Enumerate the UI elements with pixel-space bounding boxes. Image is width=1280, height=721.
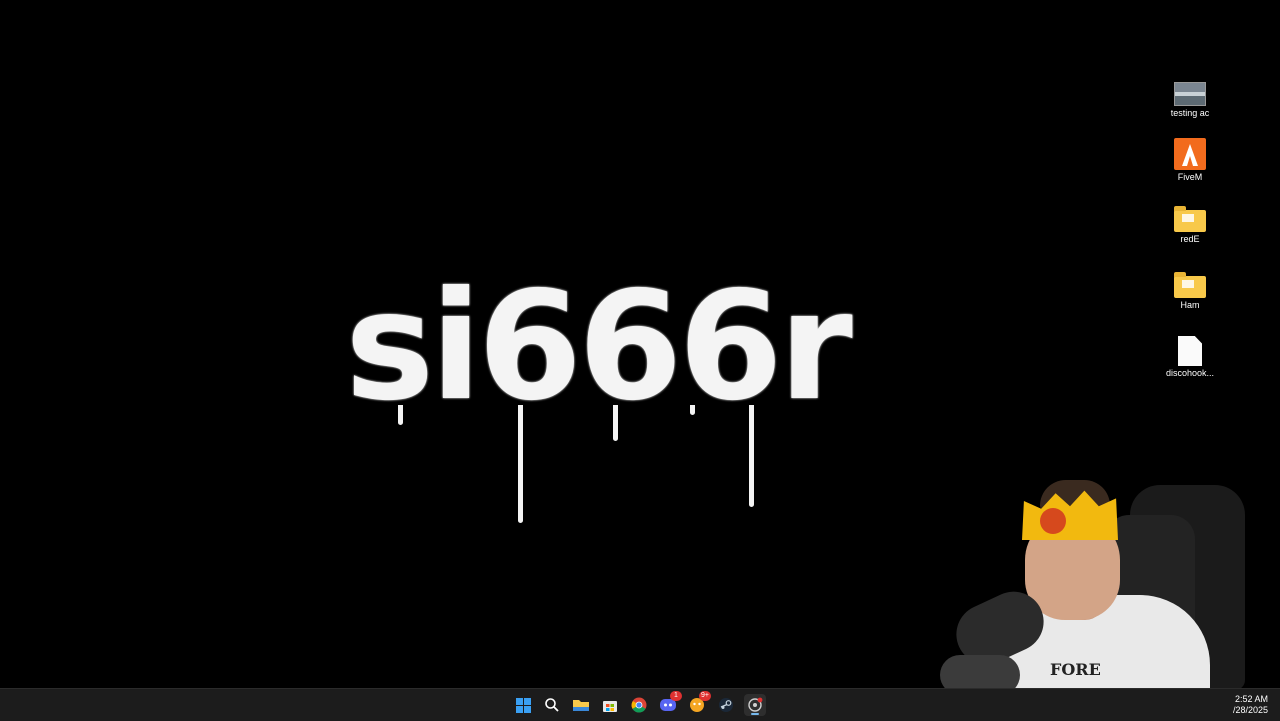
desktop-icon-ham[interactable]: Ham [1148, 270, 1232, 330]
taskbar-recording-app[interactable] [744, 694, 766, 716]
desktop-icon-label: discohook... [1165, 368, 1215, 378]
folder-icon [573, 700, 589, 711]
chrome-icon [631, 697, 647, 713]
taskbar-search-button[interactable] [541, 694, 563, 716]
webcam-overlay: FORE [930, 470, 1250, 688]
clock-date: /28/2025 [1232, 705, 1268, 715]
windows-start-icon [515, 697, 531, 713]
shirt-print: FORE [1050, 660, 1101, 679]
paint-drip [613, 405, 618, 441]
taskbar-file-explorer[interactable] [570, 694, 592, 716]
search-icon [545, 698, 559, 712]
fivem-app-icon [1174, 138, 1206, 170]
paint-drip [749, 405, 754, 507]
taskbar-discord[interactable]: 1 [657, 691, 682, 716]
taskbar-chat-app[interactable]: 9+ [686, 691, 711, 716]
record-icon [748, 697, 763, 712]
notification-badge: 1 [670, 691, 682, 701]
paint-drip [518, 405, 523, 523]
desktop-icon-label: redE [1180, 234, 1200, 244]
notification-badge: 9+ [699, 691, 711, 701]
wallpaper-graffiti-logo: si666r [345, 220, 853, 540]
taskbar-chrome[interactable] [628, 694, 650, 716]
paint-drip [398, 405, 403, 425]
steam-icon [719, 698, 733, 712]
folder-icon [1174, 272, 1206, 298]
clock-time: 2:52 AM [1234, 694, 1268, 704]
desktop-icon-discohook[interactable]: discohook... [1148, 336, 1232, 396]
desktop-icon-label: Ham [1180, 300, 1200, 310]
taskbar-store[interactable] [599, 694, 621, 716]
store-icon [603, 701, 617, 712]
document-icon [1178, 336, 1202, 366]
wallpaper-text: si666r [345, 260, 853, 434]
taskbar: 1 9+ 2:52 AM /28/2025 [0, 688, 1280, 721]
folder-icon [1174, 206, 1206, 232]
taskbar-start-button[interactable] [512, 694, 534, 716]
person-arm [940, 655, 1020, 688]
desktop-icon-fivem[interactable]: FiveM [1148, 138, 1232, 198]
desktop-icon-label: testing ac [1170, 108, 1210, 118]
system-clock[interactable]: 2:52 AM /28/2025 [1233, 694, 1268, 716]
active-app-indicator [751, 713, 759, 715]
image-file-icon [1174, 82, 1206, 106]
taskbar-steam[interactable] [715, 694, 737, 716]
paint-drip [690, 405, 695, 415]
desktop-icon-testing-ac[interactable]: testing ac [1148, 78, 1232, 138]
burger-king-logo [1040, 508, 1066, 534]
desktop-icon-label: FiveM [1177, 172, 1203, 182]
desktop-icon-rede[interactable]: redE [1148, 204, 1232, 264]
